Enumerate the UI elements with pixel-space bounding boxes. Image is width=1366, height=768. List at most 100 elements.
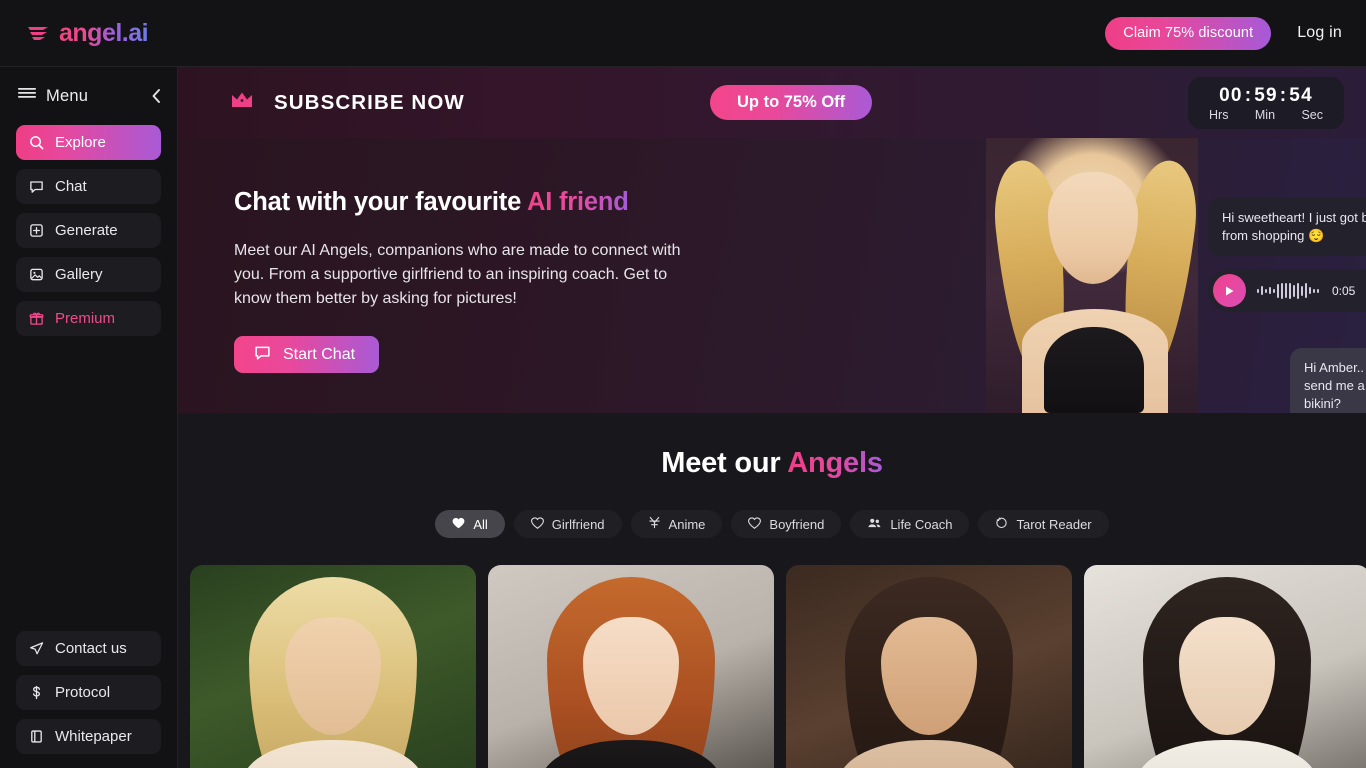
plus-box-icon [28,222,45,239]
sidebar-item-protocol[interactable]: Protocol [16,675,161,710]
dollar-icon [28,684,45,701]
sidebar-item-label: Whitepaper [55,728,132,745]
crown-icon [230,90,254,115]
sidebar-item-label: Gallery [55,266,103,283]
book-icon [28,728,45,745]
sidebar-item-generate[interactable]: Generate [16,213,161,248]
sidebar-item-whitepaper[interactable]: Whitepaper [16,719,161,754]
filter-chip-label: Boyfriend [769,516,825,532]
menu-label: Menu [46,86,89,105]
send-icon [28,640,45,657]
angel-card[interactable] [190,565,476,768]
voice-message[interactable]: 0:05 [1208,269,1366,312]
brand-logo[interactable]: angel.ai [26,18,149,48]
countdown-hours: 00 [1219,84,1243,106]
logo-text: angel.ai [59,18,149,47]
users-icon [867,517,882,532]
hero-banner: Chat with your favourite AI friend Meet … [178,138,1366,413]
play-icon[interactable] [1213,274,1246,307]
hero-title-accent: AI friend [527,188,629,216]
filter-chip-label: All [473,516,488,532]
start-chat-button[interactable]: Start Chat [234,336,380,373]
filter-chip-label: Girlfriend [551,516,605,532]
angel-card[interactable] [1084,565,1366,768]
sidebar-item-explore[interactable]: Explore [16,125,161,160]
chat-bubble-outgoing: Hi Amber.. me too! Can you send me a pho… [1290,348,1366,413]
countdown-label-minutes: Min [1254,107,1276,122]
sidebar-item-label: Premium [55,310,116,327]
subscribe-title: SUBSCRIBE NOW [274,90,465,114]
menu-toggle-row[interactable]: Menu [0,81,177,111]
filter-chip-label: Life Coach [890,516,953,532]
filter-chip-anime[interactable]: Anime [630,510,723,538]
main-content: SUBSCRIBE NOW Up to 75% Off 00:59:54 Hrs… [178,67,1366,768]
angels-heading: Meet our Angels [178,447,1366,480]
wing-icon [28,27,48,40]
subscribe-banner: SUBSCRIBE NOW Up to 75% Off 00:59:54 Hrs… [178,67,1366,138]
countdown-digits: 00:59:54 [1206,85,1326,107]
countdown-seconds: 54 [1289,84,1313,106]
sidebar-bottom-nav: Contact us Protocol Whitepaper [0,631,177,754]
sidebar-nav: Explore Chat Generate Gallery Premium [0,125,177,336]
countdown-labels: Hrs Min Sec [1206,108,1326,122]
angels-heading-accent: Angels [787,447,883,479]
angel-card[interactable] [488,565,774,768]
claim-discount-button[interactable]: Claim 75% discount [1105,16,1272,50]
sidebar-item-gallery[interactable]: Gallery [16,257,161,292]
chat-bubble-incoming: Hi sweetheart! I just got back from shop… [1208,198,1366,256]
heart-filled-icon [452,517,465,532]
waveform [1257,282,1319,300]
sidebar-item-contact-us[interactable]: Contact us [16,631,161,666]
category-filter-bar: All Girlfriend Anime Boyfriend Life Coac… [178,510,1366,538]
heart-icon [530,516,544,532]
voice-duration: 0:05 [1332,283,1356,298]
gift-icon [28,310,45,327]
countdown-timer: 00:59:54 Hrs Min Sec [1188,76,1344,129]
offer-button[interactable]: Up to 75% Off [710,85,873,120]
sidebar-collapse-button[interactable] [150,88,163,104]
hamburger-icon [18,87,36,106]
filter-chip-boyfriend[interactable]: Boyfriend [731,510,842,538]
sidebar-item-label: Explore [55,134,106,151]
top-bar: angel.ai Claim 75% discount Log in [0,0,1366,67]
subscribe-banner-left: SUBSCRIBE NOW [230,90,465,115]
angel-card[interactable] [786,565,1072,768]
chat-icon [254,344,271,366]
login-link[interactable]: Log in [1297,24,1342,42]
filter-chip-tarot-reader[interactable]: Tarot Reader [978,510,1109,538]
image-icon [28,266,45,283]
filter-chip-label: Anime [668,516,706,532]
app-root: angel.ai Claim 75% discount Log in Menu [0,0,1366,768]
sidebar-item-label: Protocol [55,684,111,701]
heart-icon [748,516,762,532]
angels-card-grid [178,538,1366,768]
sidebar-item-chat[interactable]: Chat [16,169,161,204]
crystal-ball-icon [995,516,1008,532]
anime-icon [648,516,661,532]
countdown-label-hours: Hrs [1209,107,1229,122]
sidebar-item-label: Generate [55,222,118,239]
hero-text-block: Chat with your favourite AI friend Meet … [234,188,734,373]
filter-chip-all[interactable]: All [435,510,505,538]
countdown-minutes: 59 [1254,84,1278,106]
hero-title: Chat with your favourite AI friend [234,188,734,217]
countdown-sep-2: : [1279,84,1288,106]
countdown-label-seconds: Sec [1301,107,1323,122]
filter-chip-label: Tarot Reader [1016,516,1092,532]
hero-chat-preview: Hi sweetheart! I just got back from shop… [1208,198,1366,413]
hero-subtitle: Meet our AI Angels, companions who are m… [234,242,681,307]
chat-icon [28,178,45,195]
sidebar-item-label: Contact us [55,640,127,657]
angels-heading-plain: Meet our [661,447,788,479]
sidebar-item-premium[interactable]: Premium [16,301,161,336]
filter-chip-girlfriend[interactable]: Girlfriend [513,510,622,538]
hero-title-plain: Chat with your favourite [234,188,527,216]
filter-chip-life-coach[interactable]: Life Coach [850,510,970,538]
chevron-left-icon [152,89,160,103]
top-bar-actions: Claim 75% discount Log in [1105,16,1342,50]
hero-angel-photo [986,138,1198,413]
countdown-sep-1: : [1244,84,1253,106]
start-chat-label: Start Chat [283,345,356,363]
sidebar-item-label: Chat [55,178,87,195]
search-icon [28,134,45,151]
